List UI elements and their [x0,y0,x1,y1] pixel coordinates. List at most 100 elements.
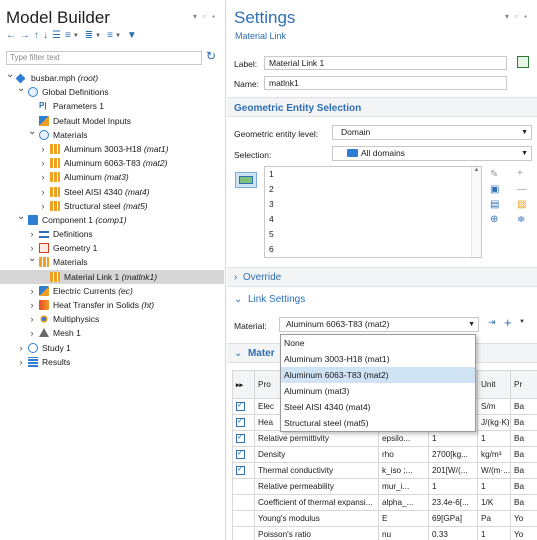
row-check-cell[interactable] [232,510,255,527]
panel-window-controls[interactable]: ▾ ▫ ▪ [505,12,529,21]
paste-icon[interactable]: ▤ [490,199,499,210]
chevron-right-icon[interactable]: › [39,156,47,170]
tree-node[interactable]: › Aluminum 6063-T83 (mat2) [0,156,224,170]
table-row[interactable]: Relative permittivityepsilo...11Ba [232,430,537,447]
tree-node[interactable]: ⌄ Global Definitions [0,82,224,99]
row-check-cell[interactable] [232,478,255,495]
list-item[interactable]: 2 [265,182,481,197]
name-field[interactable]: matlnk1 [264,76,507,90]
chevron-down-icon[interactable]: ⌄ [17,82,25,96]
chevron-down-icon[interactable]: ▼ [95,33,101,39]
dropdown-option[interactable]: Structural steel (mat5) [281,415,475,431]
collapse-icon[interactable]: ≡ [65,30,71,42]
tree-node[interactable]: ⌄ Materials [0,252,224,269]
zoom-selection-icon[interactable]: ▨ [517,199,526,210]
tree-node[interactable]: ⌄ busbar.mph (root) [0,69,224,85]
material-props-header[interactable]: ⌄ Mater [234,348,275,359]
tree-node[interactable]: › Heat Transfer in Solids (ht) [0,298,224,312]
chevron-right-icon[interactable]: › [39,142,47,156]
table-row[interactable]: Poisson's ratio nu 0.33 1 Yo [232,526,537,540]
tree-node[interactable]: ⌄ Component 1 (comp1) [0,211,224,227]
list-item[interactable]: 1 [265,167,481,182]
row-check-cell[interactable] [232,494,255,511]
tree-node[interactable]: › Aluminum 3003-H18 (mat1) [0,142,224,156]
tree-node[interactable]: › Definitions [0,227,224,241]
table-header-check[interactable]: ▸▸ [232,370,255,399]
table-row[interactable]: Relative permeability mur_i... 1 1 Ba [232,478,537,495]
geo-level-select[interactable]: Domain ▼ [332,125,532,140]
list-item[interactable]: 5 [265,227,481,242]
dropdown-option[interactable]: Aluminum (mat3) [281,383,475,399]
chevron-right-icon[interactable]: › [39,199,47,213]
tree-node[interactable]: › Results [0,355,224,369]
panel-window-controls[interactable]: ▾ ▫ ▪ [193,12,217,21]
list-view-icon[interactable]: ≡ [107,30,113,42]
list-item[interactable]: 6 [265,242,481,257]
geo-section-header[interactable]: Geometric Entity Selection [234,103,361,114]
chevron-right-icon[interactable]: › [39,185,47,199]
chevron-down-icon[interactable]: ▼ [73,33,79,39]
chevron-right-icon[interactable]: › [17,355,25,369]
tree-node[interactable]: › Structural steel (mat5) [0,199,224,213]
list-item[interactable]: 4 [265,212,481,227]
override-section-header[interactable]: › Override [234,272,281,283]
row-check-cell[interactable] [232,446,255,463]
tree-node[interactable]: › Steel AISI 4340 (mat4) [0,185,224,199]
checkmark-icon[interactable] [236,448,245,459]
dropdown-option[interactable]: Steel AISI 4340 (mat4) [281,399,475,415]
selection-scrollbar[interactable]: ▲ [471,167,481,257]
tree-node[interactable]: ⌄ Materials [0,125,224,142]
row-check-cell[interactable] [232,526,255,540]
table-row[interactable]: Young's modulus E 69[GPa] Pa Yo [232,510,537,527]
active-toggle-button[interactable] [235,172,257,188]
create-selection-icon[interactable]: ⊕ [490,214,498,225]
add-material-icon[interactable]: + [504,315,512,330]
list-item[interactable]: 3 [265,197,481,212]
chevron-right-icon[interactable]: › [28,284,36,298]
tree-filter-input[interactable]: Type filter text [6,51,202,65]
pin-icon[interactable]: ▼ [127,30,137,42]
edit-label-icon[interactable] [517,56,529,68]
selection-select[interactable]: All domains ▼ [332,146,532,161]
remove-icon[interactable]: — [517,184,527,195]
dropdown-option[interactable]: Aluminum 3003-H18 (mat1) [281,351,475,367]
chevron-right-icon[interactable]: › [28,312,36,326]
checkmark-icon[interactable] [236,400,245,411]
dropdown-option[interactable]: None [281,335,475,351]
refresh-icon[interactable]: ↻ [206,49,216,63]
row-check-cell[interactable] [232,414,255,431]
add-icon[interactable]: + [517,168,523,179]
go-to-source-icon[interactable]: ⇥ [488,317,496,328]
tree-node[interactable]: P| Parameters 1 [0,99,224,113]
tree-node[interactable]: › Aluminum (mat3) [0,170,224,184]
table-row[interactable]: Thermal conductivityk_iso ;...201[W/(...… [232,462,537,479]
chevron-right-icon[interactable]: › [28,298,36,312]
tree-node[interactable]: › Study 1 [0,341,224,355]
table-row[interactable]: Densityrho2700[kg...kg/m³Ba [232,446,537,463]
copy-icon[interactable]: ▣ [490,184,499,195]
chevron-right-icon[interactable]: › [28,227,36,241]
chevron-right-icon[interactable]: › [17,341,25,355]
move-down-icon[interactable]: ↓ [43,30,48,42]
chevron-down-icon[interactable]: ⌄ [28,125,36,139]
checkmark-icon[interactable] [236,464,245,475]
chevron-right-icon[interactable]: › [28,326,36,340]
show-icon[interactable]: ☰ [52,30,61,42]
row-check-cell[interactable] [232,398,255,415]
paint-icon[interactable]: ✎ [490,169,498,180]
move-up-icon[interactable]: ↑ [34,30,39,42]
tree-node[interactable]: › Electric Currents (ec) [0,284,224,298]
filter-icon[interactable]: ≑ [517,214,525,225]
tree-node[interactable]: › Mesh 1 [0,326,224,340]
row-check-cell[interactable] [232,462,255,479]
tree-node[interactable]: › Multiphysics [0,312,224,326]
material-select[interactable]: Aluminum 6063-T83 (mat2) ▼ [279,317,479,332]
chevron-down-icon[interactable]: ⌄ [28,252,36,266]
dropdown-option[interactable]: Aluminum 6063-T83 (mat2) [281,367,475,383]
checkmark-icon[interactable] [236,416,245,427]
chevron-right-icon[interactable]: › [39,170,47,184]
table-header-group[interactable]: Pr [510,370,537,399]
table-header-unit[interactable]: Unit [477,370,511,399]
table-row[interactable]: Coefficient of thermal expansi... alpha_.… [232,494,537,511]
back-arrow-icon[interactable]: ← [6,30,16,42]
